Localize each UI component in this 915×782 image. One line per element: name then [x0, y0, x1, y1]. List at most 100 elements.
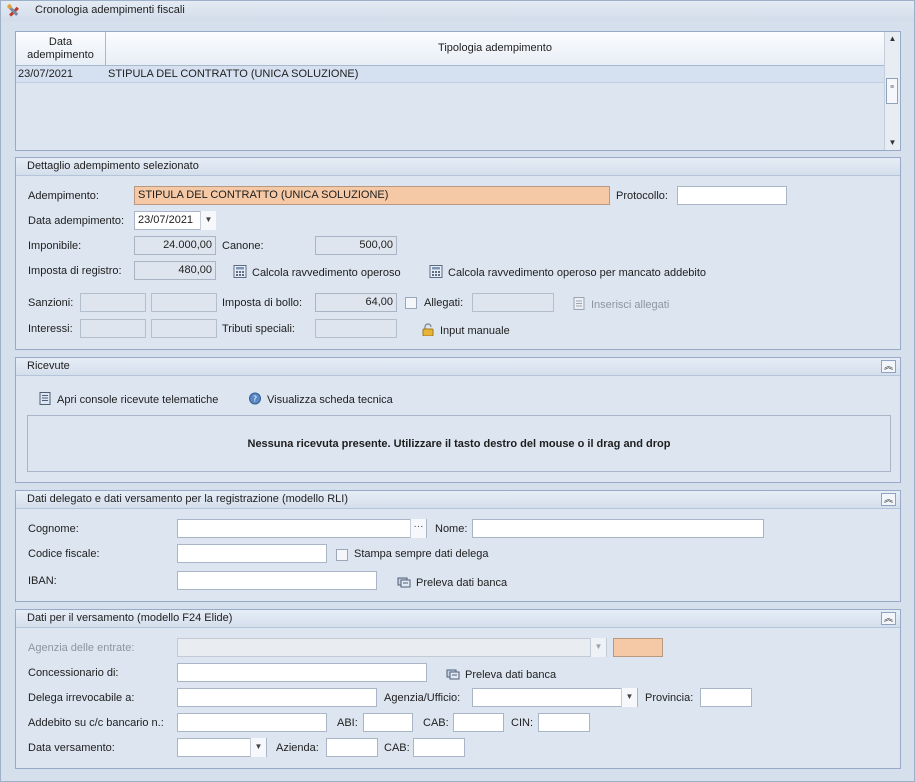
scroll-down-icon[interactable]: ▼: [885, 136, 900, 150]
help-icon: ?: [249, 392, 261, 405]
imponibile-field: 24.000,00: [134, 236, 216, 255]
addebito-field[interactable]: [177, 713, 327, 732]
cin-field[interactable]: [538, 713, 590, 732]
preleva-banca-f24-button[interactable]: Preleva dati banca: [446, 667, 556, 681]
imposta-registro-field: 480,00: [134, 261, 216, 280]
column-header-data[interactable]: Data adempimento: [16, 32, 106, 66]
abi-field[interactable]: [363, 713, 413, 732]
tributi-speciali-field: [315, 319, 397, 338]
cab-label: CAB:: [423, 717, 449, 729]
preleva-banca-button[interactable]: Preleva dati banca: [397, 575, 507, 589]
calcola-ravvedimento-mancato-button[interactable]: Calcola ravvedimento operoso per mancato…: [429, 265, 706, 279]
bank-icon: [446, 669, 460, 680]
agenzia-entrate-select: [177, 638, 607, 657]
svg-text:?: ?: [253, 395, 257, 404]
grid-scrollbar[interactable]: ▲ ≡ ▼: [884, 32, 900, 150]
delegato-panel-header: Dati delegato e dati versamento per la r…: [16, 491, 900, 509]
provincia-label: Provincia:: [645, 692, 694, 704]
ellipsis-icon[interactable]: ···: [410, 519, 426, 538]
iban-label: IBAN:: [28, 575, 57, 587]
sanzioni-label: Sanzioni:: [28, 297, 74, 309]
scroll-thumb[interactable]: ≡: [886, 78, 898, 104]
bank-icon: [397, 577, 411, 588]
canone-field: 500,00: [315, 236, 397, 255]
allegati-field: [472, 293, 554, 312]
provincia-field[interactable]: [700, 688, 752, 707]
input-manuale-button[interactable]: Input manuale: [421, 323, 510, 337]
preleva-banca-label: Preleva dati banca: [416, 577, 508, 589]
f24-panel: Dati per il versamento (modello F24 Elid…: [15, 609, 901, 769]
imposta-bollo-field: 64,00: [315, 293, 397, 312]
adempimento-field[interactable]: STIPULA DEL CONTRATTO (UNICA SOLUZIONE): [134, 186, 610, 205]
data-adempimento-label: Data adempimento:: [28, 215, 124, 227]
stampa-delega-label: Stampa sempre dati delega: [354, 548, 489, 560]
main-window: Cronologia adempimenti fiscali Data ademp…: [0, 0, 915, 782]
cin-label: CIN:: [511, 717, 533, 729]
azienda-field[interactable]: [326, 738, 378, 757]
detail-panel-title: Dettaglio adempimento selezionato: [27, 160, 199, 172]
apri-console-button[interactable]: Apri console ricevute telematiche: [38, 392, 218, 406]
adempimenti-grid[interactable]: Data adempimento Tipologia adempimento 23…: [15, 31, 901, 151]
azienda-label: Azienda:: [276, 742, 319, 754]
calculator-icon: [233, 265, 247, 278]
f24-panel-header: Dati per il versamento (modello F24 Elid…: [16, 610, 900, 628]
cab2-field[interactable]: [413, 738, 465, 757]
delega-field[interactable]: [177, 688, 377, 707]
calculator-icon: [429, 265, 443, 278]
concessionario-field[interactable]: [177, 663, 427, 682]
collapse-icon[interactable]: ︽: [881, 612, 896, 625]
ricevute-drop-area[interactable]: Nessuna ricevuta presente. Utilizzare il…: [27, 415, 891, 472]
inserisci-allegati-button[interactable]: Inserisci allegati: [572, 297, 669, 311]
cab2-label: CAB:: [384, 742, 410, 754]
chevron-down-icon[interactable]: ▼: [250, 738, 266, 757]
protocollo-label: Protocollo:: [616, 190, 668, 202]
imposta-bollo-label: Imposta di bollo:: [222, 297, 303, 309]
interessi-field-2: [151, 319, 217, 338]
table-row[interactable]: 23/07/2021 STIPULA DEL CONTRATTO (UNICA …: [16, 66, 884, 83]
iban-field[interactable]: [177, 571, 377, 590]
agenzia-ufficio-select[interactable]: [472, 688, 638, 707]
cab-field[interactable]: [453, 713, 504, 732]
apri-console-label: Apri console ricevute telematiche: [57, 394, 219, 406]
chevron-down-icon: ▼: [590, 638, 606, 657]
codice-fiscale-field[interactable]: [177, 544, 327, 563]
adempimento-label: Adempimento:: [28, 190, 99, 202]
scroll-up-icon[interactable]: ▲: [885, 32, 900, 46]
sanzioni-field-2: [151, 293, 217, 312]
window-titlebar: Cronologia adempimenti fiscali: [1, 1, 914, 21]
document-icon: [573, 297, 585, 310]
collapse-icon[interactable]: ︽: [881, 493, 896, 506]
ricevute-panel-title: Ricevute: [27, 360, 70, 372]
collapse-icon[interactable]: ︽: [881, 360, 896, 373]
detail-panel: Dettaglio adempimento selezionato Adempi…: [15, 157, 901, 350]
ricevute-panel: Ricevute ︽ Apri console ricevute telemat…: [15, 357, 901, 483]
cognome-field[interactable]: [177, 519, 427, 538]
detail-panel-header: Dettaglio adempimento selezionato: [16, 158, 900, 176]
canone-label: Canone:: [222, 240, 264, 252]
data-versamento-label: Data versamento:: [28, 742, 115, 754]
nome-label: Nome:: [435, 523, 468, 535]
row-date: 23/07/2021: [18, 68, 74, 80]
chevron-down-icon[interactable]: ▼: [200, 211, 216, 230]
ricevute-empty-message: Nessuna ricevuta presente. Utilizzare il…: [247, 438, 671, 450]
calcola-ravvedimento-button[interactable]: Calcola ravvedimento operoso: [233, 265, 401, 279]
visualizza-scheda-button[interactable]: ? Visualizza scheda tecnica: [248, 392, 393, 406]
column-header-tipologia[interactable]: Tipologia adempimento: [106, 32, 884, 66]
addebito-label: Addebito su c/c bancario n.:: [28, 717, 164, 729]
nome-field[interactable]: [472, 519, 764, 538]
chevron-down-icon[interactable]: ▼: [621, 688, 637, 707]
imponibile-label: Imponibile:: [28, 240, 82, 252]
delegato-panel-title: Dati delegato e dati versamento per la r…: [27, 493, 348, 505]
delega-label: Delega irrevocabile a:: [28, 692, 135, 704]
preleva-banca-f24-label: Preleva dati banca: [465, 669, 557, 681]
protocollo-field[interactable]: [677, 186, 787, 205]
interessi-label: Interessi:: [28, 323, 73, 335]
allegati-checkbox[interactable]: [405, 297, 417, 309]
agenzia-ufficio-label: Agenzia/Ufficio:: [384, 692, 461, 704]
stampa-delega-checkbox[interactable]: [336, 549, 348, 561]
agenzia-entrate-label: Agenzia delle entrate:: [28, 642, 135, 654]
imposta-registro-label: Imposta di registro:: [28, 265, 122, 277]
grid-header: Data adempimento Tipologia adempimento: [16, 32, 884, 66]
lock-icon: [422, 323, 434, 336]
calcola-ravvedimento-mancato-label: Calcola ravvedimento operoso per mancato…: [448, 267, 707, 279]
